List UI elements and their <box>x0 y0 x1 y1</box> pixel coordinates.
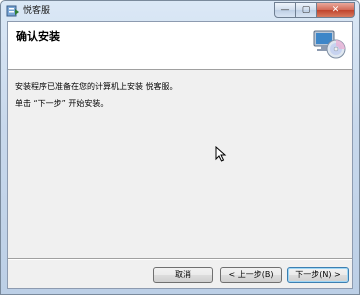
window-title: 悦客服 <box>23 6 51 16</box>
next-button[interactable]: 下一步(N) > <box>287 267 349 283</box>
maximize-icon: ▢ <box>301 4 311 15</box>
computer-cd-icon <box>313 30 346 59</box>
installer-app-icon <box>6 5 19 17</box>
close-icon: ✕ <box>331 4 340 15</box>
back-button[interactable]: < 上一步(B) <box>220 267 282 283</box>
mouse-cursor-icon <box>215 146 227 162</box>
minimize-icon: — <box>280 4 290 15</box>
install-ready-text: 安装程序已准备在您的计算机上安装 悦客服。 <box>15 82 178 91</box>
page-title: 确认安装 <box>16 30 60 43</box>
click-next-instruction: 单击 “下一步” 开始安装。 <box>15 99 109 108</box>
window-controls: — ▢ ✕ <box>274 2 355 18</box>
close-button[interactable]: ✕ <box>317 2 355 18</box>
wizard-banner: 确认安装 <box>8 22 352 70</box>
minimize-button[interactable]: — <box>274 2 296 18</box>
wizard-body: 确认安装 安装程序已准备在您的计算机上安装 悦客服。 单击 “下一步” 开始安装… <box>7 21 353 289</box>
title-bar[interactable]: 悦客服 — ▢ ✕ <box>1 1 359 21</box>
cancel-button[interactable]: 取消 <box>153 267 213 283</box>
maximize-button[interactable]: ▢ <box>296 2 317 18</box>
footer-divider <box>8 258 352 260</box>
installer-window: 悦客服 — ▢ ✕ 确认安装 安装程序已准备在您的计算机上安装 悦客服。 单击 … <box>0 0 360 295</box>
